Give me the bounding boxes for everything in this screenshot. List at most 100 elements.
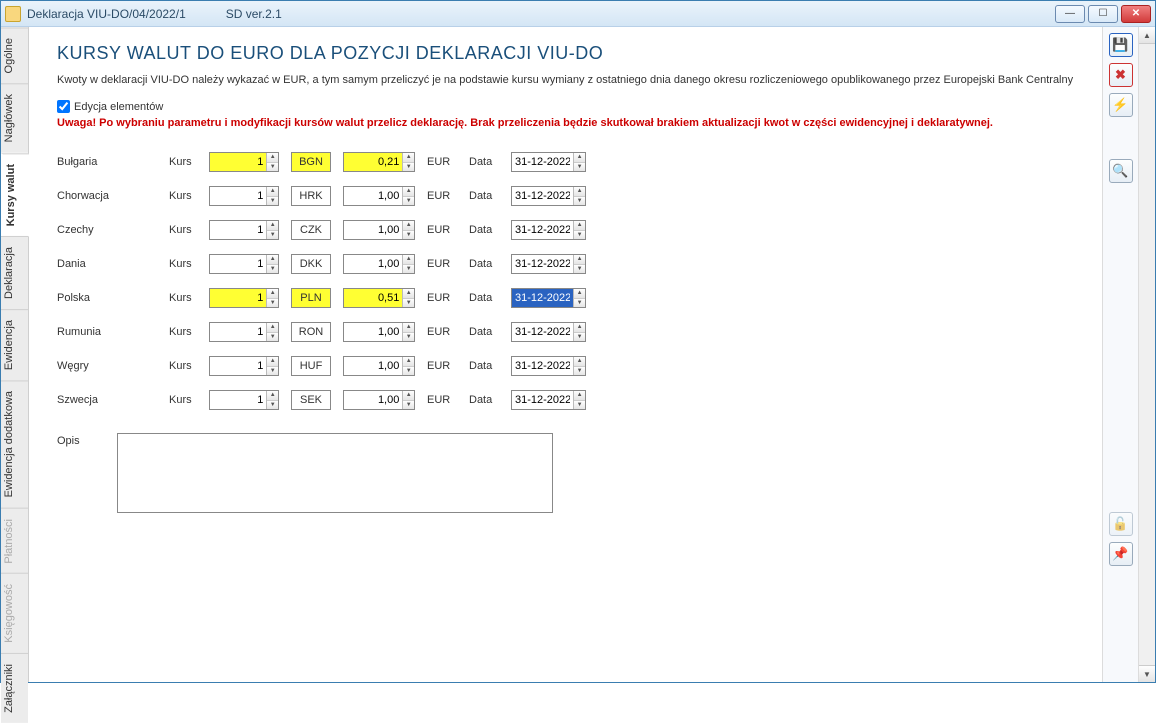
spin-down-icon[interactable]: ▼ <box>403 197 414 206</box>
rate-field-input[interactable] <box>344 221 402 239</box>
edit-elements-checkbox[interactable] <box>57 100 70 113</box>
rate-field-input[interactable] <box>344 187 402 205</box>
spin-up-icon[interactable]: ▲ <box>267 221 278 231</box>
spin-up-icon[interactable]: ▲ <box>574 289 585 299</box>
description-textarea[interactable] <box>117 433 553 513</box>
rate-field[interactable]: ▲ ▼ <box>343 390 415 410</box>
zoom-button[interactable]: 🔍 <box>1109 159 1133 183</box>
edit-elements-checkbox-row[interactable]: Edycja elementów <box>57 100 1074 113</box>
date-field[interactable]: ▲ ▼ <box>511 220 586 240</box>
rate-field-spinner[interactable]: ▲ ▼ <box>402 187 414 205</box>
spin-up-icon[interactable]: ▲ <box>574 153 585 163</box>
spin-up-icon[interactable]: ▲ <box>267 187 278 197</box>
qty-field-spinner[interactable]: ▲ ▼ <box>266 255 278 273</box>
rate-field-spinner[interactable]: ▲ ▼ <box>402 391 414 409</box>
qty-field-spinner[interactable]: ▲ ▼ <box>266 221 278 239</box>
date-field[interactable]: ▲ ▼ <box>511 390 586 410</box>
qty-field[interactable]: ▲ ▼ <box>209 390 279 410</box>
spin-down-icon[interactable]: ▼ <box>267 265 278 274</box>
rate-field-spinner[interactable]: ▲ ▼ <box>402 221 414 239</box>
qty-field[interactable]: ▲ ▼ <box>209 220 279 240</box>
qty-field-input[interactable] <box>210 153 266 171</box>
spin-down-icon[interactable]: ▼ <box>574 265 585 274</box>
qty-field-input[interactable] <box>210 255 266 273</box>
spin-down-icon[interactable]: ▼ <box>574 163 585 172</box>
qty-field-input[interactable] <box>210 357 266 375</box>
window-maximize-button[interactable]: ☐ <box>1088 5 1118 23</box>
spin-down-icon[interactable]: ▼ <box>267 299 278 308</box>
spin-up-icon[interactable]: ▲ <box>403 391 414 401</box>
tab-nagłówek[interactable]: Nagłówek <box>1 83 28 152</box>
rate-field-input[interactable] <box>344 289 402 307</box>
rate-field-spinner[interactable]: ▲ ▼ <box>402 153 414 171</box>
delete-button[interactable]: ✖ <box>1109 63 1133 87</box>
spin-down-icon[interactable]: ▼ <box>403 401 414 410</box>
pin-button[interactable]: 📌 <box>1109 542 1133 566</box>
date-spinner[interactable]: ▲ ▼ <box>573 289 585 307</box>
rate-field[interactable]: ▲ ▼ <box>343 288 415 308</box>
qty-field-input[interactable] <box>210 221 266 239</box>
qty-field[interactable]: ▲ ▼ <box>209 254 279 274</box>
qty-field-spinner[interactable]: ▲ ▼ <box>266 289 278 307</box>
qty-field[interactable]: ▲ ▼ <box>209 186 279 206</box>
scroll-track[interactable] <box>1139 44 1155 665</box>
rate-field[interactable]: ▲ ▼ <box>343 220 415 240</box>
rate-field[interactable]: ▲ ▼ <box>343 152 415 172</box>
rate-field[interactable]: ▲ ▼ <box>343 186 415 206</box>
qty-field[interactable]: ▲ ▼ <box>209 322 279 342</box>
spin-down-icon[interactable]: ▼ <box>574 299 585 308</box>
qty-field-input[interactable] <box>210 323 266 341</box>
spin-down-icon[interactable]: ▼ <box>403 299 414 308</box>
date-input[interactable] <box>512 153 573 171</box>
qty-field-spinner[interactable]: ▲ ▼ <box>266 323 278 341</box>
qty-field-input[interactable] <box>210 391 266 409</box>
window-minimize-button[interactable]: — <box>1055 5 1085 23</box>
spin-up-icon[interactable]: ▲ <box>403 289 414 299</box>
recalculate-button[interactable]: ⚡ <box>1109 93 1133 117</box>
spin-up-icon[interactable]: ▲ <box>403 255 414 265</box>
spin-down-icon[interactable]: ▼ <box>403 367 414 376</box>
window-close-button[interactable]: ✕ <box>1121 5 1151 23</box>
spin-up-icon[interactable]: ▲ <box>267 391 278 401</box>
spin-down-icon[interactable]: ▼ <box>267 231 278 240</box>
rate-field-spinner[interactable]: ▲ ▼ <box>402 289 414 307</box>
tab-załączniki[interactable]: Załączniki <box>1 653 28 723</box>
spin-down-icon[interactable]: ▼ <box>267 367 278 376</box>
qty-field-input[interactable] <box>210 289 266 307</box>
date-spinner[interactable]: ▲ ▼ <box>573 357 585 375</box>
qty-field-spinner[interactable]: ▲ ▼ <box>266 357 278 375</box>
qty-field-spinner[interactable]: ▲ ▼ <box>266 187 278 205</box>
tab-kursy-walut[interactable]: Kursy walut <box>1 153 29 236</box>
rate-field[interactable]: ▲ ▼ <box>343 356 415 376</box>
scroll-up-arrow[interactable]: ▲ <box>1139 27 1155 44</box>
spin-up-icon[interactable]: ▲ <box>574 357 585 367</box>
date-spinner[interactable]: ▲ ▼ <box>573 255 585 273</box>
spin-down-icon[interactable]: ▼ <box>403 265 414 274</box>
spin-up-icon[interactable]: ▲ <box>267 323 278 333</box>
date-input[interactable] <box>512 323 573 341</box>
qty-field-spinner[interactable]: ▲ ▼ <box>266 391 278 409</box>
date-input[interactable] <box>512 255 573 273</box>
spin-down-icon[interactable]: ▼ <box>267 163 278 172</box>
rate-field-spinner[interactable]: ▲ ▼ <box>402 323 414 341</box>
tab-ewidencja-dodatkowa[interactable]: Ewidencja dodatkowa <box>1 380 28 507</box>
tab-ewidencja[interactable]: Ewidencja <box>1 309 28 380</box>
date-field[interactable]: ▲ ▼ <box>511 356 586 376</box>
spin-up-icon[interactable]: ▲ <box>574 391 585 401</box>
spin-up-icon[interactable]: ▲ <box>403 187 414 197</box>
spin-down-icon[interactable]: ▼ <box>574 367 585 376</box>
date-field[interactable]: ▲ ▼ <box>511 186 586 206</box>
tab-deklaracja[interactable]: Deklaracja <box>1 236 28 309</box>
spin-down-icon[interactable]: ▼ <box>267 401 278 410</box>
spin-up-icon[interactable]: ▲ <box>574 187 585 197</box>
qty-field[interactable]: ▲ ▼ <box>209 288 279 308</box>
date-spinner[interactable]: ▲ ▼ <box>573 153 585 171</box>
tab-ogólne[interactable]: Ogólne <box>1 27 28 83</box>
spin-up-icon[interactable]: ▲ <box>403 153 414 163</box>
rate-field-input[interactable] <box>344 255 402 273</box>
date-input[interactable] <box>512 289 573 307</box>
save-button[interactable]: 💾 <box>1109 33 1133 57</box>
rate-field-input[interactable] <box>344 323 402 341</box>
spin-up-icon[interactable]: ▲ <box>267 153 278 163</box>
spin-down-icon[interactable]: ▼ <box>267 333 278 342</box>
